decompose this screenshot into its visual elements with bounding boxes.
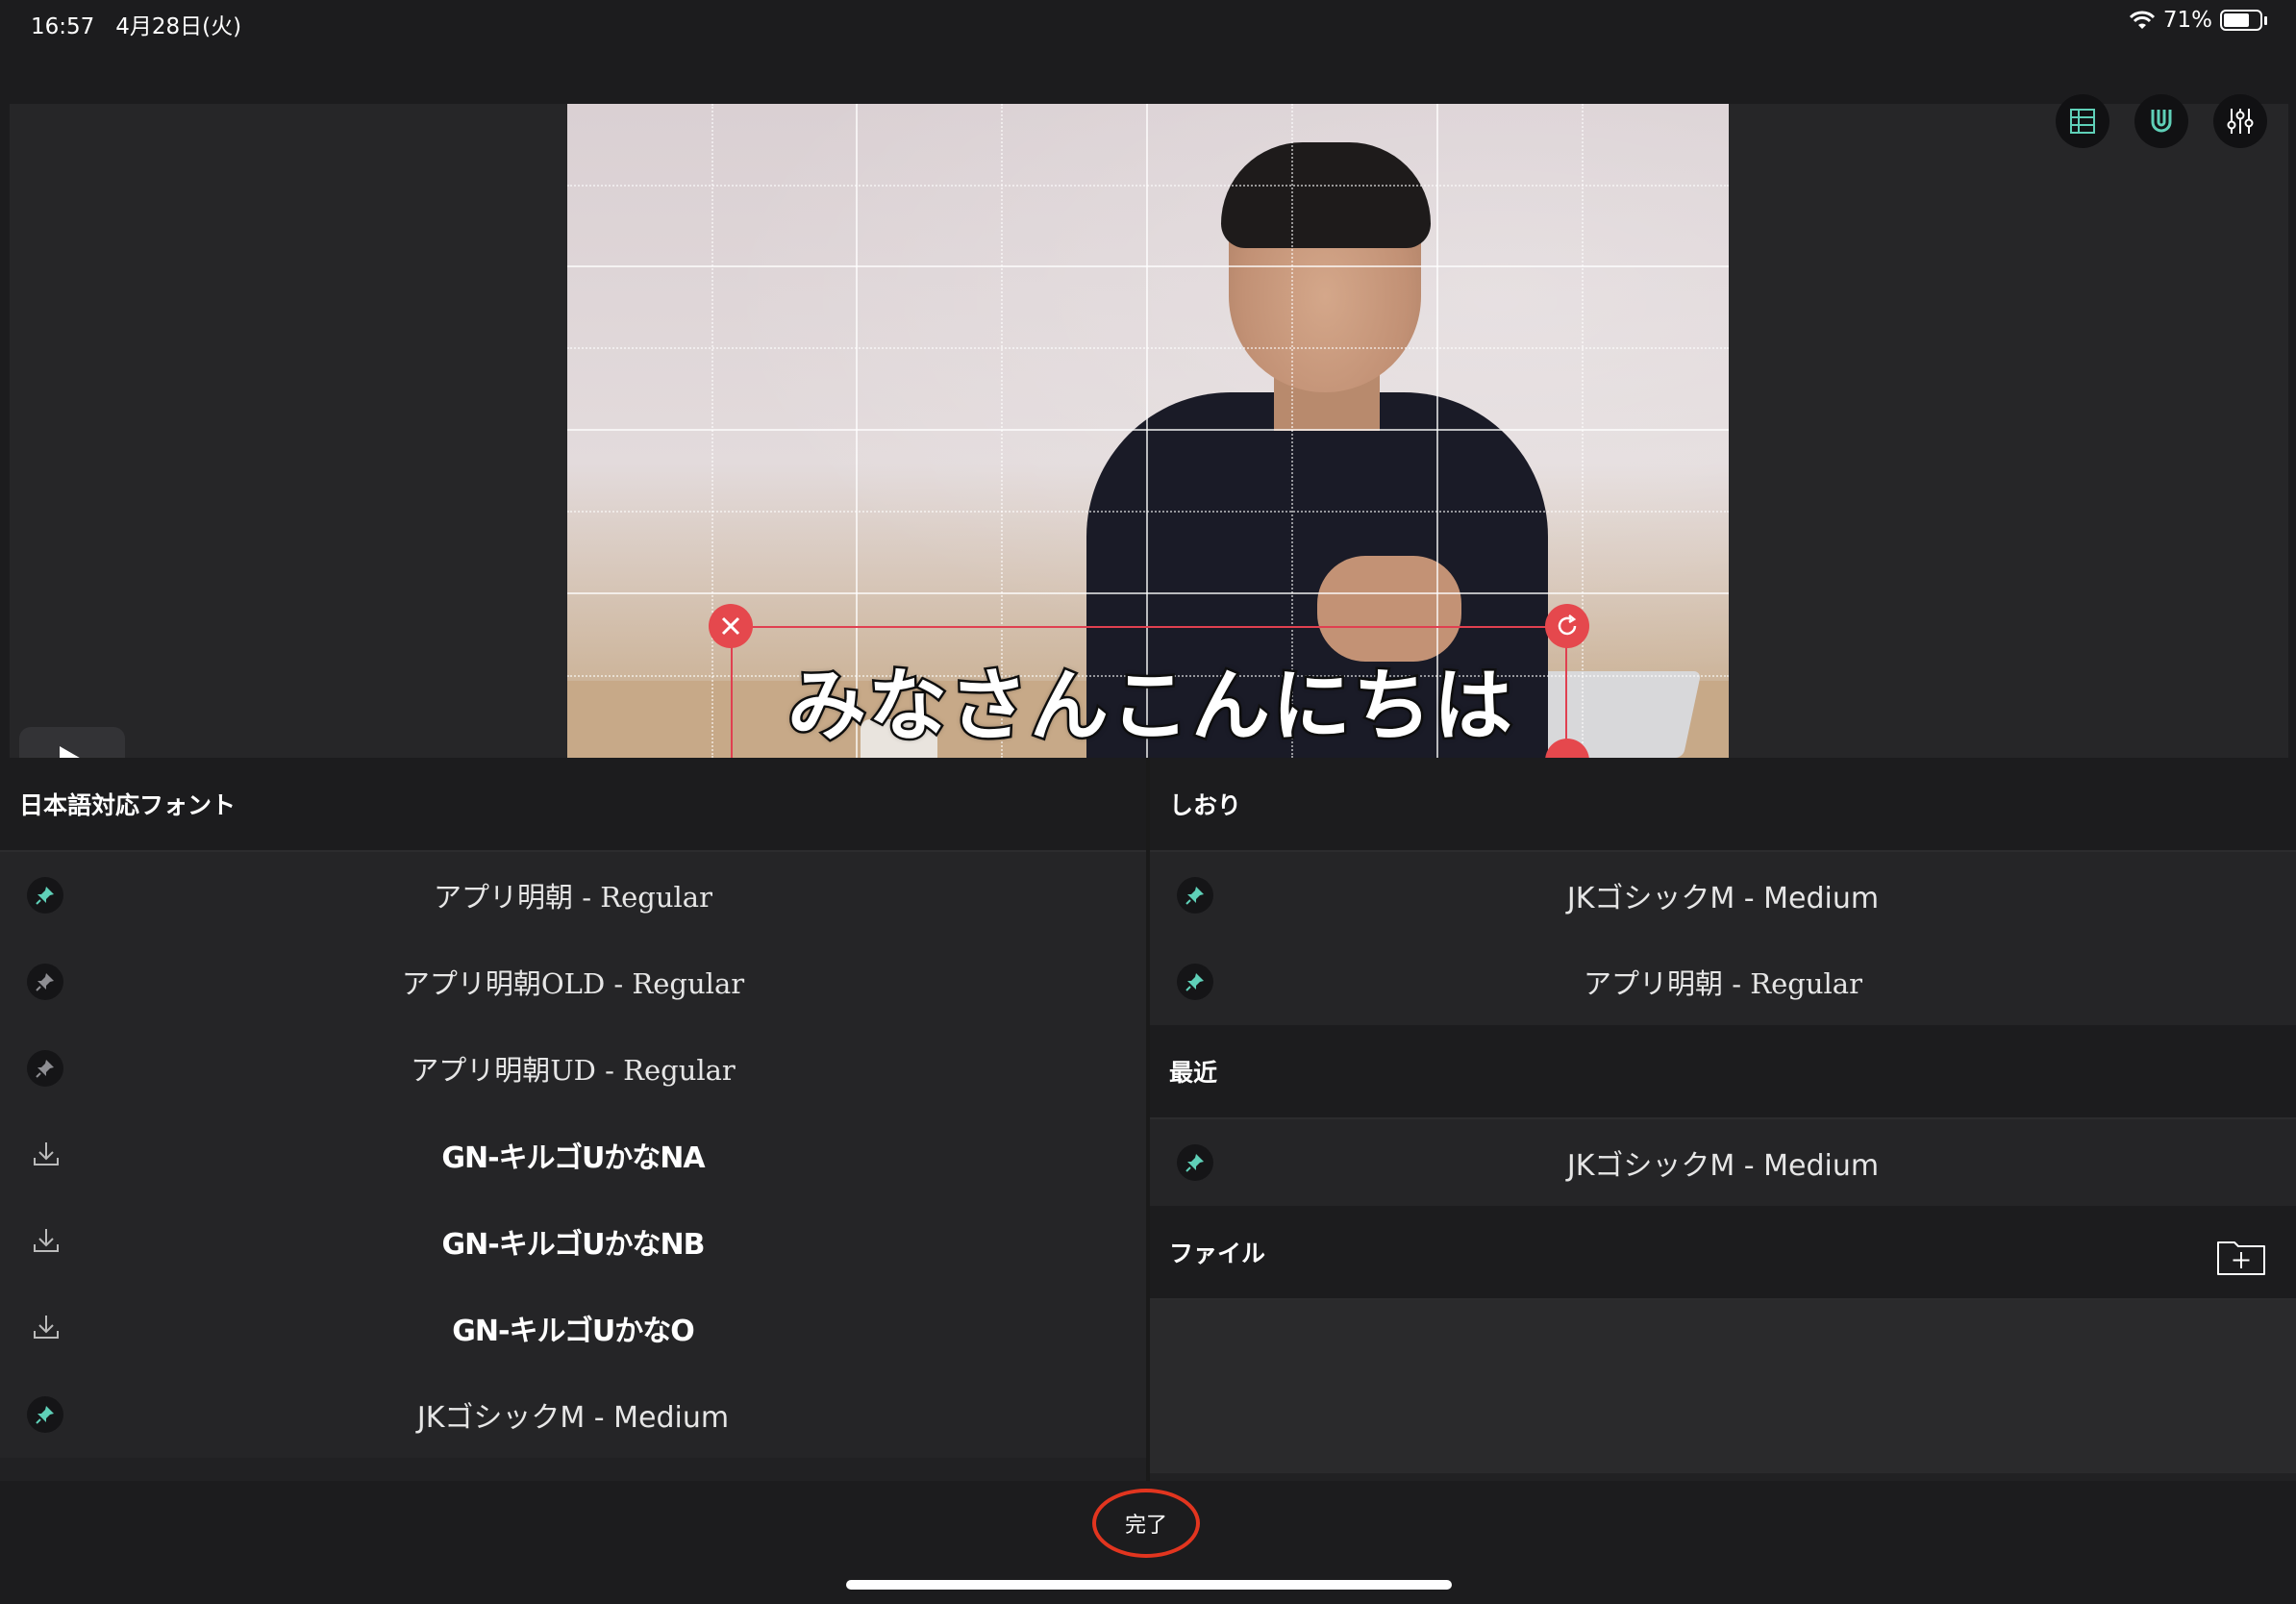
font-name: JKゴシックM - Medium <box>416 1401 730 1435</box>
grid-line <box>567 429 1729 431</box>
download-icon[interactable] <box>31 1225 62 1256</box>
date-text: 4月28日(火) <box>115 14 242 39</box>
font-name: アプリ明朝 - Regular <box>434 881 712 914</box>
files-title: ファイル <box>1169 1240 1266 1267</box>
caption-text[interactable]: みなさんこんにちは <box>733 641 1569 756</box>
magnet-icon <box>2151 110 2172 133</box>
pin-icon-active[interactable] <box>27 1396 63 1433</box>
status-bar: 16:57 4月28日(火) 71% <box>0 0 2296 46</box>
font-row[interactable]: アプリ明朝 - Regular <box>1150 939 2296 1025</box>
font-row[interactable]: アプリ明朝UD - Regular <box>0 1025 1146 1112</box>
close-icon <box>721 616 740 636</box>
pin-icon[interactable] <box>27 1050 63 1087</box>
pin-icon[interactable] <box>27 964 63 1000</box>
font-row[interactable]: GN-キルゴUかなNB <box>0 1198 1146 1285</box>
font-row[interactable]: GN-キルゴUかなNA <box>0 1112 1146 1198</box>
font-row[interactable]: JKゴシックM - Medium <box>1150 852 2296 939</box>
grid-guide <box>567 511 1729 513</box>
font-name: アプリ明朝 - Regular <box>1584 967 1862 1000</box>
font-name: GN-キルゴUかなNA <box>441 1141 705 1175</box>
section-header-bookmarks: しおり <box>1150 758 2296 852</box>
font-list-panel: 日本語対応フォント アプリ明朝 - Regular アプリ明朝OLD - Regu… <box>0 758 1146 1481</box>
pin-icon-active[interactable] <box>1177 877 1213 914</box>
grid-line <box>567 592 1729 594</box>
grid-line <box>567 265 1729 267</box>
done-button[interactable]: 完了 <box>1092 1489 1200 1558</box>
add-folder-button[interactable] <box>2215 1235 2267 1277</box>
status-time: 16:57 4月28日(火) <box>31 8 241 40</box>
font-name: JKゴシックM - Medium <box>1566 882 1880 915</box>
grid-guide <box>567 185 1729 187</box>
download-icon[interactable] <box>31 1139 62 1169</box>
battery-percent: 71% <box>2162 8 2212 33</box>
font-name: JKゴシックM - Medium <box>1566 1149 1880 1183</box>
grid-icon <box>2070 109 2095 134</box>
font-list: アプリ明朝 - Regular アプリ明朝OLD - Regular アプリ明朝UD… <box>0 852 1146 1458</box>
font-name: GN-キルゴUかなNB <box>441 1228 706 1262</box>
rotate-caption-handle[interactable] <box>1545 604 1589 648</box>
font-row[interactable]: アプリ明朝 - Regular <box>0 852 1146 939</box>
home-indicator[interactable] <box>846 1580 1452 1590</box>
video-preview[interactable]: みなさんこんにちは <box>567 104 1729 758</box>
bookmark-list: JKゴシックM - Medium アプリ明朝 - Regular <box>1150 852 2296 1025</box>
files-list-empty <box>1150 1300 2296 1473</box>
font-row[interactable]: JKゴシックM - Medium <box>1150 1119 2296 1206</box>
delete-caption-button[interactable] <box>709 604 753 648</box>
font-row[interactable]: アプリ明朝OLD - Regular <box>0 939 1146 1025</box>
grid-guide <box>567 347 1729 349</box>
snap-toggle-button[interactable] <box>2134 94 2188 148</box>
download-icon[interactable] <box>31 1312 62 1342</box>
font-row[interactable]: JKゴシックM - Medium <box>0 1371 1146 1458</box>
status-indicators: 71% <box>2129 8 2267 33</box>
grid-guide <box>711 104 713 758</box>
caption-selection-box[interactable]: みなさんこんにちは <box>731 626 1567 758</box>
clock-text: 16:57 <box>31 14 95 39</box>
recent-list: JKゴシックM - Medium <box>1150 1119 2296 1206</box>
font-name: GN-キルゴUかなO <box>452 1315 694 1348</box>
adjust-settings-button[interactable] <box>2213 94 2267 148</box>
rotate-icon <box>1558 614 1577 636</box>
grid-toggle-button[interactable] <box>2056 94 2109 148</box>
wifi-icon <box>2129 11 2155 29</box>
pin-icon-active[interactable] <box>27 877 63 914</box>
top-toolbar <box>2056 94 2267 148</box>
battery-icon <box>2220 10 2262 31</box>
font-name: アプリ明朝OLD - Regular <box>401 967 745 1000</box>
font-collections-panel: しおり JKゴシックM - Medium アプリ明朝 - Regular 最近 J… <box>1150 758 2296 1481</box>
pin-icon-active[interactable] <box>1177 964 1213 1000</box>
section-header-japanese-fonts: 日本語対応フォント <box>0 758 1146 852</box>
font-row[interactable]: GN-キルゴUかなO <box>0 1285 1146 1371</box>
grid-guide <box>1582 104 1584 758</box>
pin-icon-active[interactable] <box>1177 1144 1213 1181</box>
sliders-icon <box>2227 109 2254 134</box>
font-name: アプリ明朝UD - Regular <box>411 1054 736 1087</box>
section-header-files: ファイル <box>1150 1206 2296 1300</box>
folder-plus-icon <box>2217 1241 2265 1275</box>
section-header-recent: 最近 <box>1150 1025 2296 1119</box>
